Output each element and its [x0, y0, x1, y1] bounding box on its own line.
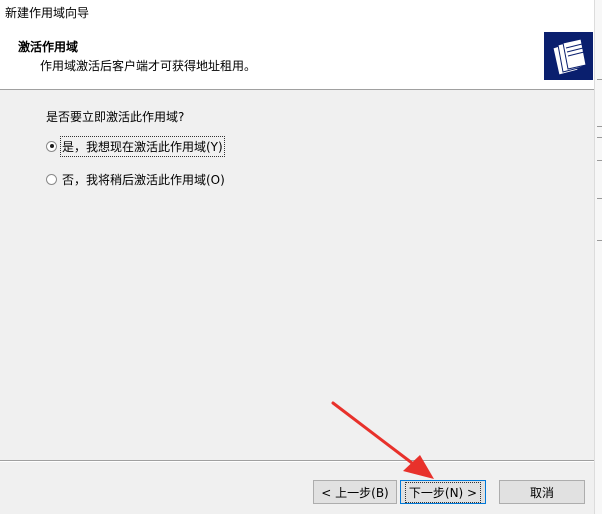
next-button-label: 下一步(N) >: [404, 481, 482, 503]
activation-question: 是否要立即激活此作用域?: [46, 110, 185, 124]
option-activate-later[interactable]: 否，我将稍后激活此作用域(O): [46, 170, 225, 188]
folder-stack-icon: [544, 32, 593, 80]
radio-activate-later[interactable]: [46, 173, 57, 185]
option-activate-now[interactable]: 是，我想现在激活此作用域(Y): [46, 135, 225, 157]
radio-activate-now[interactable]: [46, 140, 57, 152]
back-button[interactable]: < 上一步(B): [313, 480, 397, 504]
cancel-button[interactable]: 取消: [499, 480, 585, 504]
cancel-button-label: 取消: [529, 485, 554, 500]
page-title: 激活作用域: [18, 40, 79, 54]
background-window-edge: [594, 0, 602, 514]
title-bar: 新建作用域向导: [0, 0, 594, 26]
wizard-window: 新建作用域向导 激活作用域 作用域激活后客户端才可获得地址租用。 是否要立即激活…: [0, 0, 602, 514]
page-subtitle: 作用域激活后客户端才可获得地址租用。: [40, 59, 257, 73]
wizard-header: 激活作用域 作用域激活后客户端才可获得地址租用。: [0, 26, 594, 90]
option-activate-later-label[interactable]: 否，我将稍后激活此作用域(O): [62, 171, 225, 188]
footer-divider: [0, 460, 594, 462]
next-button[interactable]: 下一步(N) >: [400, 480, 486, 504]
window-title: 新建作用域向导: [5, 6, 90, 20]
back-button-label: < 上一步(B): [321, 485, 389, 500]
option-activate-now-label[interactable]: 是，我想现在激活此作用域(Y): [60, 135, 225, 157]
